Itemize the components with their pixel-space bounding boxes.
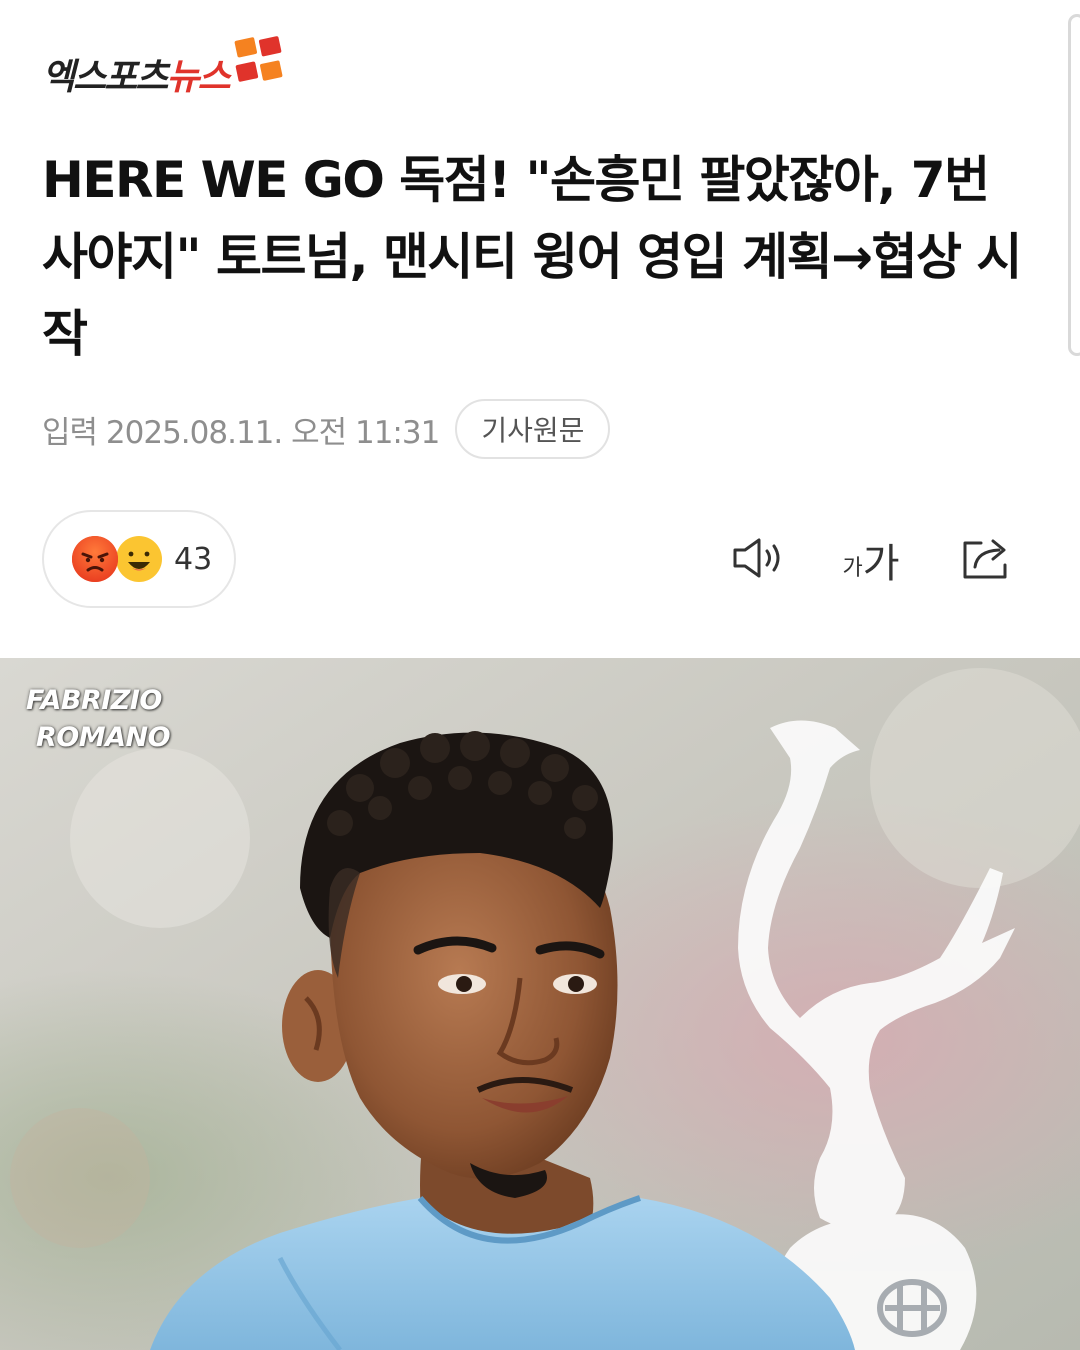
scroll-edge[interactable] xyxy=(1068,14,1080,356)
reaction-count: 43 xyxy=(174,541,213,577)
speaker-icon xyxy=(729,534,787,586)
original-article-label: 기사원문 xyxy=(481,414,585,447)
font-size-small-label: 가 xyxy=(842,556,863,581)
font-size-large-label: 가 xyxy=(862,541,900,587)
article-meta: 입력 2025.08.11. 오전 11:31 기사원문 xyxy=(42,398,611,460)
logo-text-dark: 엑스포츠 xyxy=(42,57,168,98)
site-logo[interactable]: 엑스포츠 뉴스 xyxy=(42,35,287,100)
angry-face-icon xyxy=(72,536,118,582)
original-article-button[interactable]: 기사원문 xyxy=(455,399,611,459)
watermark-line-2: ROMANO xyxy=(36,722,171,753)
article-title: HERE WE GO 독점! "손흥민 팔았잖아, 7번 사야지" 토트넘, 맨… xyxy=(42,151,1022,363)
reaction-emojis xyxy=(72,534,164,584)
article-hero-image[interactable]: FABRIZIO ROMANO xyxy=(0,658,1080,1350)
publish-date: 입력 2025.08.11. 오전 11:31 xyxy=(42,414,440,451)
logo-mark-icon xyxy=(230,31,291,91)
reaction-button[interactable]: 43 xyxy=(42,510,236,608)
photo-watermark: FABRIZIO ROMANO xyxy=(26,682,171,756)
hero-illustration xyxy=(0,658,1080,1350)
text-to-speech-button[interactable] xyxy=(726,530,790,590)
share-icon xyxy=(959,533,1015,587)
logo-text-red: 뉴스 xyxy=(166,57,230,98)
share-button[interactable] xyxy=(955,530,1019,590)
font-size-button[interactable]: 가 가 xyxy=(836,530,906,590)
watermark-line-1: FABRIZIO xyxy=(26,685,162,716)
smiling-face-icon xyxy=(116,536,162,582)
